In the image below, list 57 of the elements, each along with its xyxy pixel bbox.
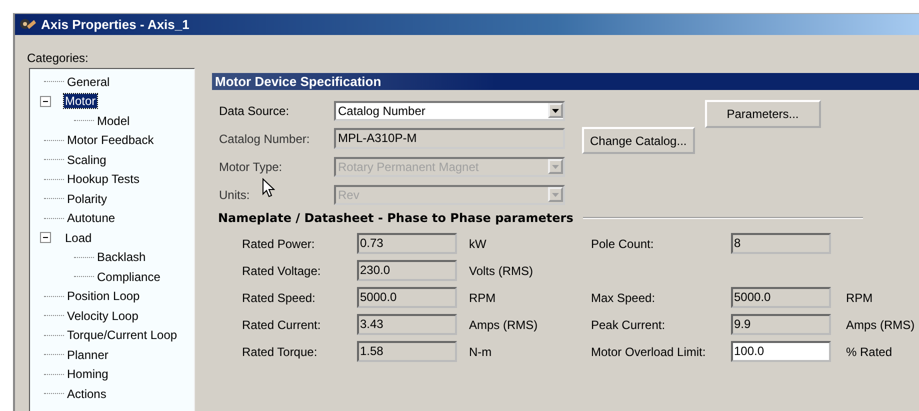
tree-item[interactable]: Hookup Tests xyxy=(66,172,140,186)
value-field[interactable]: 1.58 xyxy=(357,341,457,362)
field-label: Peak Current: xyxy=(591,318,666,332)
dropdown[interactable]: Catalog Number xyxy=(334,100,565,120)
value-field[interactable]: 9.9 xyxy=(731,314,831,335)
change-catalog-button[interactable]: Change Catalog... xyxy=(582,127,695,154)
unit-label: kW xyxy=(468,236,488,250)
field-label: Units: xyxy=(219,188,250,202)
field-label: Rated Power: xyxy=(242,236,316,250)
value-field[interactable]: 5000.0 xyxy=(731,287,831,308)
value-field[interactable]: 5000.0 xyxy=(357,287,457,308)
field-label: Max Speed: xyxy=(591,290,656,304)
value-field[interactable]: 100.0 xyxy=(731,341,831,362)
field-label: Rated Torque: xyxy=(242,344,318,358)
tree-item[interactable]: Load xyxy=(64,230,93,245)
field-label: Rated Current: xyxy=(242,318,322,332)
field-label: Motor Type: xyxy=(219,160,282,174)
unit-label: Amps (RMS) xyxy=(845,318,916,332)
window-title: Axis Properties - Axis_1 xyxy=(41,17,190,32)
group-title: Nameplate / Datasheet - Phase to Phase parameters xyxy=(218,211,574,225)
value-field[interactable]: 8 xyxy=(731,233,831,254)
tree-item[interactable]: Velocity Loop xyxy=(66,308,140,323)
tree-item[interactable]: Actions xyxy=(66,386,108,401)
tree-item[interactable]: Homing xyxy=(66,367,110,382)
value-field[interactable]: 230.0 xyxy=(357,260,457,281)
field-label: Data Source: xyxy=(219,104,290,118)
collapse-toggle-icon[interactable] xyxy=(40,232,51,244)
tree-item[interactable]: Motor Feedback xyxy=(66,133,155,148)
field-label: Rated Voltage: xyxy=(242,264,322,278)
tree-item[interactable]: Polarity xyxy=(66,192,108,206)
parameters-button[interactable]: Parameters... xyxy=(704,100,821,128)
tree-item[interactable]: Torque/Current Loop xyxy=(66,328,178,342)
unit-label: RPM xyxy=(845,290,874,304)
section-header: Motor Device Specification xyxy=(212,73,919,90)
tree-item[interactable]: Position Loop xyxy=(66,289,141,304)
field-label: Pole Count: xyxy=(591,236,655,250)
tree-item[interactable]: Backlash xyxy=(96,250,147,264)
field-label: Motor Overload Limit: xyxy=(591,344,707,358)
tree-item[interactable]: General xyxy=(66,74,111,89)
tree-item[interactable]: Scaling xyxy=(66,152,108,167)
unit-label: N-m xyxy=(468,344,493,358)
field-label: Catalog Number: xyxy=(219,132,310,146)
field-label: Rated Speed: xyxy=(242,290,316,304)
categories-label: Categories: xyxy=(27,51,90,67)
unit-label: % Rated xyxy=(845,344,894,358)
value-field[interactable]: 0.73 xyxy=(357,233,457,254)
tree-item[interactable]: Motor xyxy=(64,94,97,108)
tree-item[interactable]: Model xyxy=(96,114,131,128)
mouse-pointer-icon xyxy=(262,178,275,198)
collapse-toggle-icon[interactable] xyxy=(40,96,51,107)
unit-label: Amps (RMS) xyxy=(468,318,539,332)
value-field[interactable]: 3.43 xyxy=(357,314,457,335)
tree-item[interactable]: Compliance xyxy=(96,270,162,284)
tree-item[interactable]: Autotune xyxy=(66,211,116,226)
tree-item[interactable]: Planner xyxy=(66,348,110,362)
unit-label: Volts (RMS) xyxy=(468,264,534,278)
unit-label: RPM xyxy=(468,290,497,304)
